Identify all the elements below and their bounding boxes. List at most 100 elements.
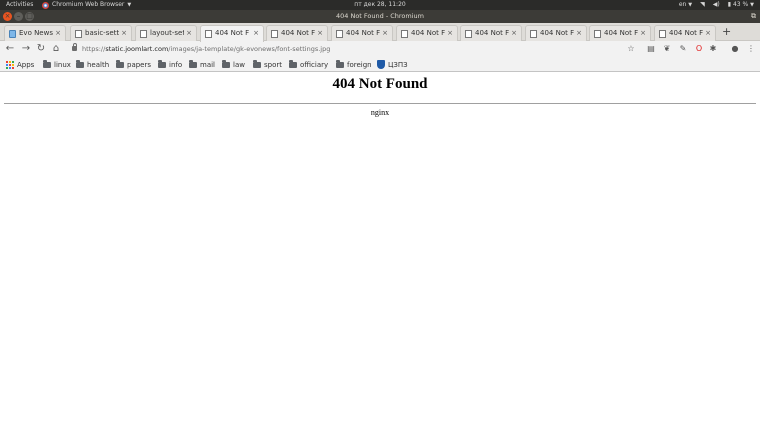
tab-active[interactable]: 404 Not F ×	[200, 25, 264, 42]
bookmark-folder[interactable]: papers	[116, 57, 151, 72]
tab[interactable]: 404 Not F ×	[460, 25, 522, 41]
bookmark-folder[interactable]: law	[222, 57, 245, 72]
folder-icon	[189, 60, 197, 68]
system-tray[interactable]: en ▼ ◥ ◀) ▮ 43 % ▼	[679, 0, 754, 10]
folder-icon	[289, 60, 297, 68]
battery-icon: ▮	[727, 1, 732, 8]
page-icon	[401, 30, 408, 38]
tab-label: 404 Not F	[346, 29, 380, 37]
bookmark-label: mail	[200, 60, 215, 69]
close-tab-icon[interactable]: ×	[705, 26, 711, 41]
bookmark-label: Apps	[17, 60, 35, 69]
shield-icon	[377, 60, 385, 69]
close-tab-icon[interactable]: ×	[121, 26, 127, 41]
restore-icon[interactable]: ⧉	[751, 10, 756, 23]
folder-icon	[253, 60, 261, 68]
window-title-bar[interactable]: × – □ 404 Not Found - Chromium ⧉	[0, 10, 760, 23]
close-tab-icon[interactable]: ×	[186, 26, 192, 41]
tab[interactable]: 404 Not F ×	[266, 25, 328, 41]
page-icon	[594, 30, 601, 38]
network-icon[interactable]: ◥	[700, 0, 705, 10]
close-tab-icon[interactable]: ×	[382, 26, 388, 41]
reader-extension-icon[interactable]: ▤	[645, 43, 657, 55]
lock-icon[interactable]	[72, 43, 77, 51]
bookmark-link[interactable]: ЦЗПЗ	[377, 57, 408, 72]
bookmark-label: papers	[127, 60, 152, 69]
app-menu[interactable]: Chromium Web Browser ▼	[42, 0, 131, 10]
volume-icon[interactable]: ◀)	[713, 0, 720, 10]
bookmark-folder[interactable]: info	[158, 57, 182, 72]
bookmark-apps[interactable]: Apps	[6, 57, 34, 72]
app-name: Chromium Web Browser	[52, 1, 125, 8]
address-bar[interactable]: https://static.joomlart.com/images/ja-te…	[66, 42, 640, 56]
close-tab-icon[interactable]: ×	[447, 26, 453, 41]
profile-avatar-icon[interactable]: ●	[729, 43, 741, 55]
page-icon	[530, 30, 537, 38]
folder-icon	[222, 60, 230, 68]
evo-favicon-icon	[9, 30, 16, 38]
home-icon[interactable]: ⌂	[49, 42, 63, 56]
bookmark-folder[interactable]: officiary	[289, 57, 328, 72]
bookmark-folder[interactable]: health	[76, 57, 109, 72]
tab[interactable]: 404 Not F ×	[396, 25, 458, 41]
tab[interactable]: 404 Not F ×	[525, 25, 587, 41]
page-icon	[465, 30, 472, 38]
bookmark-folder[interactable]: linux	[43, 57, 71, 72]
close-tab-icon[interactable]: ×	[640, 26, 646, 41]
page-icon	[140, 30, 147, 38]
bookmark-folder[interactable]: mail	[189, 57, 215, 72]
tab[interactable]: 404 Not F ×	[589, 25, 651, 41]
new-tab-button[interactable]: +	[722, 25, 731, 39]
bookmark-folder[interactable]: sport	[253, 57, 282, 72]
page-icon	[75, 30, 82, 38]
forward-arrow-icon[interactable]: →	[19, 42, 33, 56]
tab-label: 404 Not F	[281, 29, 315, 37]
extension-icon[interactable]: ✎	[677, 43, 689, 55]
close-tab-icon[interactable]: ×	[55, 26, 61, 41]
page-heading: 404 Not Found	[332, 76, 428, 92]
chevron-down-icon: ▼	[750, 2, 754, 8]
bookmark-folder[interactable]: foreign	[336, 57, 372, 72]
tab[interactable]: 404 Not F ×	[331, 25, 393, 41]
tab[interactable]: layout-set ×	[135, 25, 197, 41]
close-tab-icon[interactable]: ×	[576, 26, 582, 41]
chevron-down-icon: ▼	[127, 2, 132, 8]
extension-icon[interactable]: ❦	[661, 43, 673, 55]
bookmark-label: health	[87, 60, 110, 69]
reload-icon[interactable]: ↻	[34, 42, 48, 56]
page-icon	[659, 30, 666, 38]
folder-icon	[43, 60, 51, 68]
battery-indicator[interactable]: ▮ 43 % ▼	[728, 0, 754, 10]
battery-label: 43 %	[732, 1, 749, 8]
extension-icon[interactable]: ✱	[707, 43, 719, 55]
tab-label: basic-setti	[85, 29, 119, 37]
bookmark-star-icon[interactable]: ☆	[625, 43, 637, 55]
tab-label: layout-set	[150, 29, 184, 37]
close-tab-icon[interactable]: ×	[511, 26, 517, 41]
folder-icon	[76, 60, 84, 68]
bookmark-label: law	[233, 60, 245, 69]
language-indicator[interactable]: en ▼	[679, 0, 692, 10]
tab[interactable]: 404 Not F ×	[654, 25, 716, 41]
menu-kebab-icon[interactable]: ⋮	[745, 43, 757, 55]
tab-label: 404 Not F	[604, 29, 638, 37]
activities-button[interactable]: Activities	[6, 0, 33, 10]
tab[interactable]: Evo News ×	[4, 25, 66, 41]
tab[interactable]: basic-setti ×	[70, 25, 132, 41]
close-tab-icon[interactable]: ×	[317, 26, 323, 41]
url-text: https://static.joomlart.com/images/ja-te…	[82, 42, 330, 56]
tab-label: 404 Not F	[215, 29, 250, 37]
tab-label: 404 Not F	[411, 29, 445, 37]
tab-label: 404 Not F	[475, 29, 509, 37]
opera-extension-icon[interactable]: O	[693, 43, 705, 55]
back-arrow-icon[interactable]: ←	[3, 42, 17, 56]
bookmark-label: foreign	[347, 60, 372, 69]
close-tab-icon[interactable]: ×	[253, 26, 259, 41]
tab-label: 404 Not F	[669, 29, 703, 37]
page-icon	[205, 30, 212, 38]
bookmark-label: sport	[264, 60, 282, 69]
chevron-down-icon: ▼	[688, 2, 693, 8]
tab-label: Evo News	[19, 29, 53, 37]
language-label: en	[678, 1, 687, 8]
browser-toolbar: ← → ↻ ⌂ https://static.joomlart.com/imag…	[0, 41, 760, 57]
